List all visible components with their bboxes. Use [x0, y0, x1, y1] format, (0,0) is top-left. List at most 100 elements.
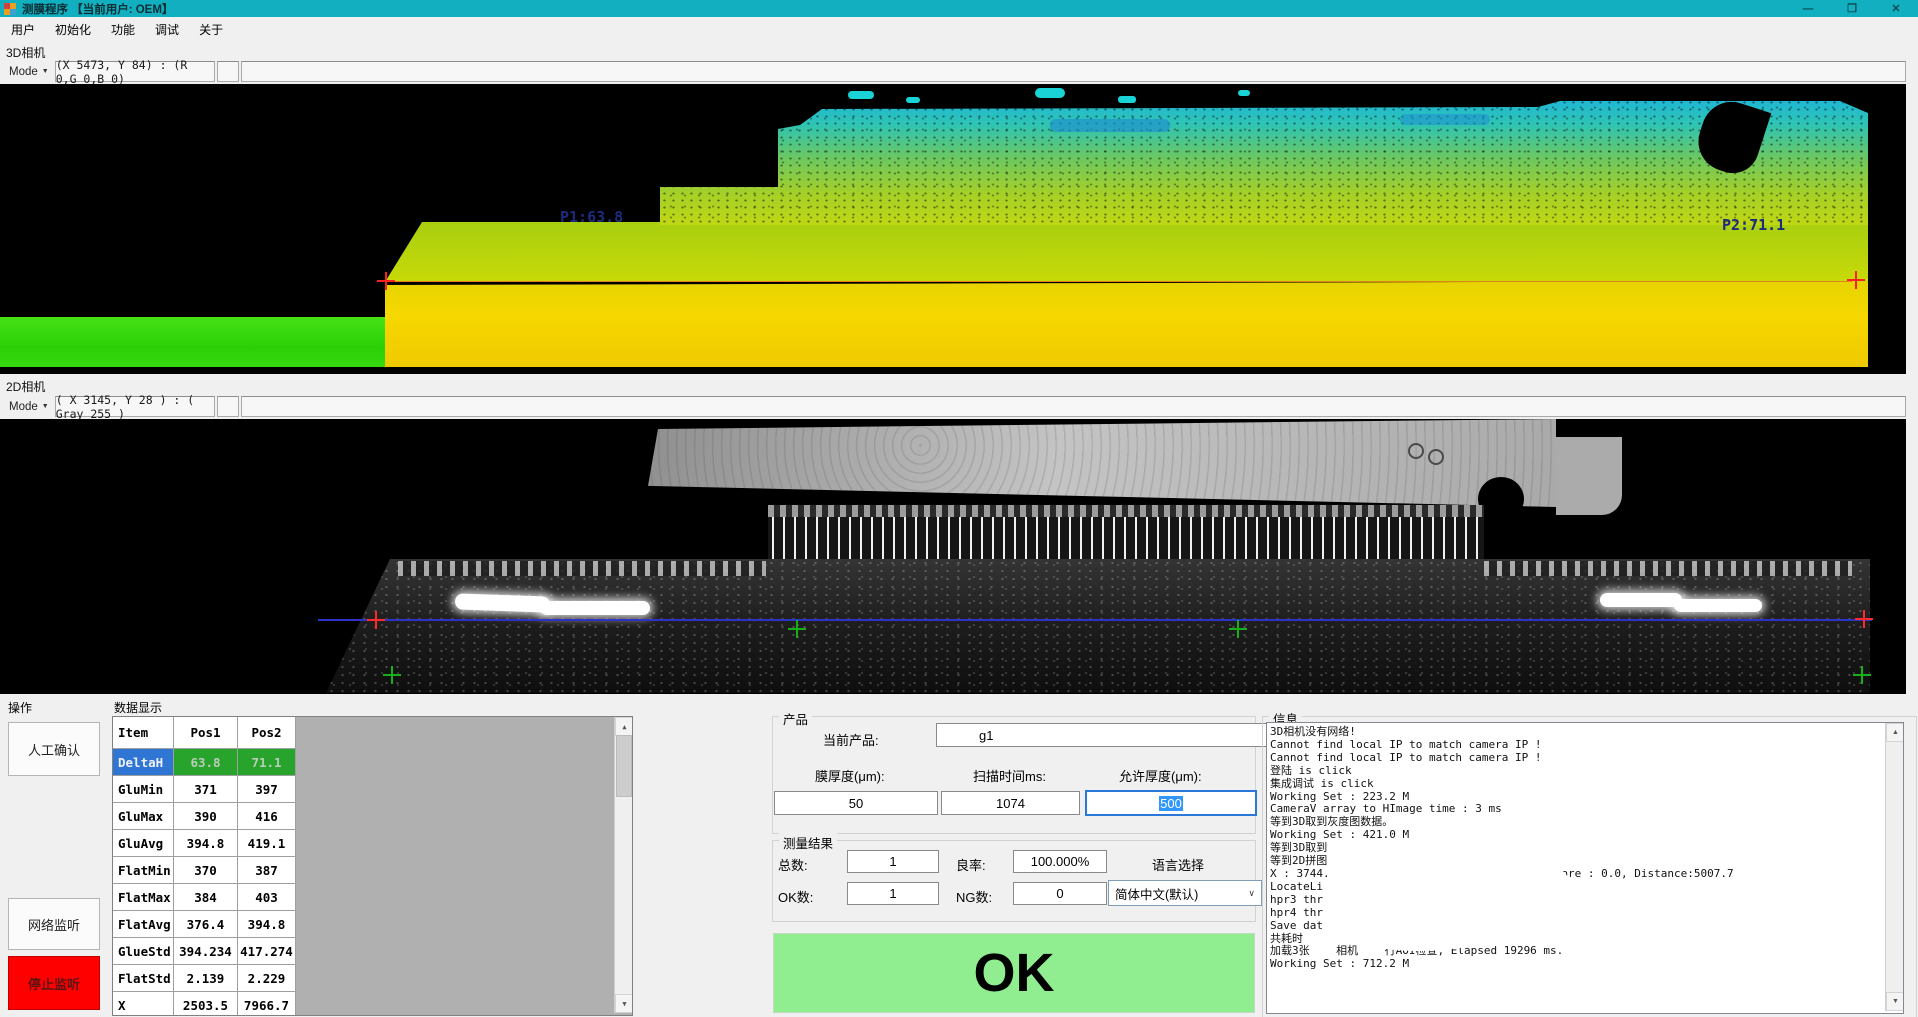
base-pin-row-right — [1484, 561, 1852, 576]
table-row[interactable]: GluAvg394.8419.1 — [113, 830, 632, 857]
menu-bar: 用户 初始化 功能 调试 关于 — [0, 17, 1918, 42]
table-cell[interactable]: X — [113, 992, 174, 1016]
table-row[interactable]: FlatMax384403 — [113, 884, 632, 911]
table-cell[interactable]: 2503.5 — [174, 992, 238, 1016]
table-row[interactable]: FlatAvg376.4394.8 — [113, 911, 632, 938]
table-cell[interactable]: FlatMax — [113, 884, 174, 911]
ng-count-input[interactable]: 0 — [1013, 882, 1107, 905]
stop-listen-button[interactable]: 停止监听 — [8, 956, 100, 1010]
table-row[interactable]: GlueStd394.234417.274 — [113, 938, 632, 965]
table-cell: Pos2 — [238, 717, 296, 749]
table-cell: Pos1 — [174, 717, 238, 749]
table-cell[interactable]: GluMin — [113, 776, 174, 803]
table-cell[interactable]: 387 — [238, 857, 296, 884]
menu-item-user[interactable]: 用户 — [2, 18, 44, 41]
film-thickness-input[interactable]: 50 — [774, 791, 938, 815]
minimize-button[interactable]: — — [1786, 0, 1830, 17]
table-row[interactable]: X2503.57966.7 — [113, 992, 632, 1016]
title-bar: 测膜程序 【当前用户: OEM】 — ❐ ✕ — [0, 0, 1918, 17]
manual-confirm-button[interactable]: 人工确认 — [8, 722, 100, 776]
maximize-button[interactable]: ❐ — [1830, 0, 1874, 17]
menu-item-about[interactable]: 关于 — [190, 18, 232, 41]
table-cell[interactable]: 2.229 — [238, 965, 296, 992]
table-cell[interactable]: GluMax — [113, 803, 174, 830]
annotation-p1: P1:63.8 — [560, 208, 623, 226]
reference-line-red — [390, 281, 1852, 282]
table-cell[interactable]: FlatMin — [113, 857, 174, 884]
yield-label: 良率: — [956, 855, 986, 874]
table-cell[interactable]: 390 — [174, 803, 238, 830]
current-product-input[interactable]: g1 — [936, 723, 1296, 747]
table-cell[interactable]: 416 — [238, 803, 296, 830]
measurement-table: ItemPos1Pos2DeltaH63.871.1GluMin371397Gl… — [112, 716, 633, 1016]
table-cell[interactable]: 63.8 — [174, 749, 238, 776]
table-cell[interactable]: 394.8 — [238, 911, 296, 938]
table-row[interactable]: DeltaH63.871.1 — [113, 749, 632, 776]
heightmap-blue-patch — [1400, 114, 1490, 125]
table-cell[interactable]: DeltaH — [113, 749, 174, 776]
table-row[interactable]: FlatStd2.1392.229 — [113, 965, 632, 992]
measurement-line-blue — [318, 619, 1872, 621]
heightmap-mid-slab — [385, 222, 1868, 282]
menu-item-debug[interactable]: 调试 — [146, 18, 188, 41]
table-cell[interactable]: 397 — [238, 776, 296, 803]
camera2d-viewport[interactable] — [0, 419, 1906, 694]
allow-thickness-input[interactable]: 500 — [1085, 790, 1257, 816]
camera3d-pixel-readout: (X 5473, Y 84) : (R 0,G 0,B 0) — [55, 61, 215, 82]
glue-highlight — [540, 601, 650, 615]
base-pin-row-left — [398, 561, 766, 576]
table-cell[interactable]: 419.1 — [238, 830, 296, 857]
scroll-up-icon[interactable]: ▲ — [615, 717, 633, 736]
camera3d-viewport[interactable]: P1:63.8 P2:71.1 — [0, 84, 1906, 374]
network-listen-button[interactable]: 网络监听 — [8, 898, 100, 950]
table-scrollbar[interactable]: ▲ ▼ — [614, 717, 632, 1013]
table-cell[interactable]: 71.1 — [238, 749, 296, 776]
table-cell[interactable]: 417.274 — [238, 938, 296, 965]
table-cell[interactable]: 384 — [174, 884, 238, 911]
camera2d-status-extra — [241, 396, 1906, 417]
scroll-down-icon[interactable]: ▼ — [615, 994, 633, 1013]
window-title: 测膜程序 【当前用户: OEM】 — [22, 1, 173, 17]
yield-input[interactable]: 100.000% — [1013, 850, 1107, 873]
scroll-down-icon[interactable]: ▼ — [1886, 992, 1904, 1011]
language-label: 语言选择 — [1152, 855, 1204, 874]
table-cell[interactable]: FlatStd — [113, 965, 174, 992]
camera3d-mode-button[interactable]: Mode▼ — [3, 64, 55, 80]
pcb-hole — [1408, 443, 1424, 459]
table-cell[interactable]: FlatAvg — [113, 911, 174, 938]
total-input[interactable]: 1 — [847, 850, 939, 873]
heightmap-left-strip — [0, 317, 388, 367]
table-cell[interactable]: 403 — [238, 884, 296, 911]
camera2d-status-spacer — [217, 396, 239, 417]
menu-item-init[interactable]: 初始化 — [46, 18, 100, 41]
glue-highlight — [455, 593, 551, 612]
log-scrollbar[interactable]: ▲ ▼ — [1885, 723, 1903, 1011]
menu-item-function[interactable]: 功能 — [102, 18, 144, 41]
camera2d-mode-button[interactable]: Mode▼ — [3, 399, 55, 415]
fixture-base-noise — [326, 559, 1870, 693]
table-cell[interactable]: 371 — [174, 776, 238, 803]
table-cell[interactable]: 376.4 — [174, 911, 238, 938]
log-textarea[interactable]: 3D相机没有网络! Cannot find local IP to match … — [1266, 722, 1904, 1014]
pcb-right-tab — [1556, 437, 1622, 515]
table-cell[interactable]: 394.8 — [174, 830, 238, 857]
table-scroll-thumb[interactable] — [616, 735, 632, 797]
table-cell[interactable]: 370 — [174, 857, 238, 884]
application-window: 测膜程序 【当前用户: OEM】 — ❐ ✕ 用户 初始化 功能 调试 关于 3… — [0, 0, 1918, 1017]
language-select[interactable]: 简体中文(默认) ∨ — [1108, 880, 1262, 906]
heightmap-cyan-blob — [1118, 96, 1136, 103]
table-row[interactable]: GluMin371397 — [113, 776, 632, 803]
camera2d-label: 2D相机 — [6, 378, 45, 395]
table-cell[interactable]: 394.234 — [174, 938, 238, 965]
table-cell[interactable]: GluAvg — [113, 830, 174, 857]
close-button[interactable]: ✕ — [1874, 0, 1918, 17]
table-cell[interactable]: 2.139 — [174, 965, 238, 992]
table-row[interactable]: FlatMin370387 — [113, 857, 632, 884]
ok-count-input[interactable]: 1 — [847, 882, 939, 905]
table-row[interactable]: GluMax390416 — [113, 803, 632, 830]
table-cell[interactable]: 7966.7 — [238, 992, 296, 1016]
table-cell[interactable]: GlueStd — [113, 938, 174, 965]
heightmap-cyan-blob — [906, 97, 920, 103]
scroll-up-icon[interactable]: ▲ — [1886, 723, 1904, 742]
scan-time-input[interactable]: 1074 — [941, 791, 1080, 815]
